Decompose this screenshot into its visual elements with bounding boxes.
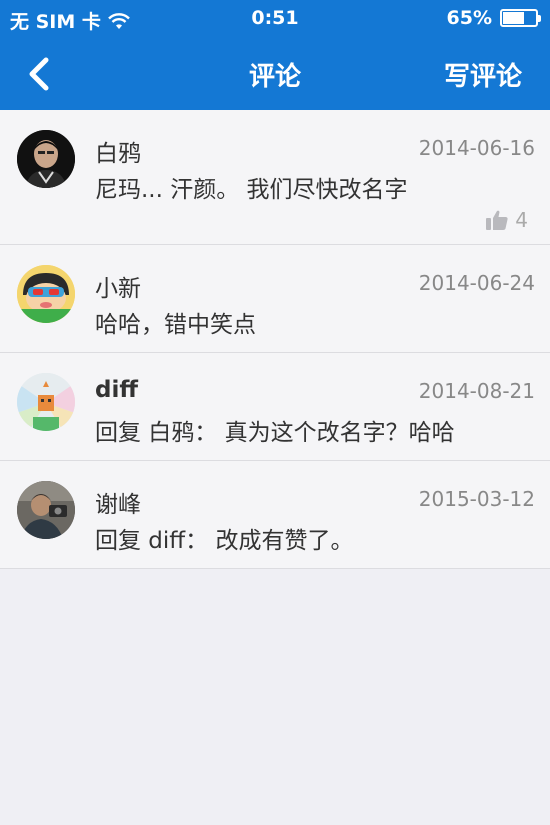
- battery-fill: [503, 12, 524, 24]
- comment-list: 白鸦 2014-06-16 尼玛... 汗颜。 我们尽快改名字 4 小新 201…: [0, 110, 550, 569]
- like-count: 4: [515, 208, 528, 232]
- avatar[interactable]: [17, 130, 75, 188]
- avatar[interactable]: [17, 481, 75, 539]
- status-bar: 无 SIM 卡 0:51 65%: [0, 0, 550, 38]
- comment-author: diff: [95, 377, 138, 403]
- avatar[interactable]: [17, 265, 75, 323]
- nav-bar: 评论 写评论: [0, 38, 550, 110]
- comment-date: 2015-03-12: [418, 487, 535, 511]
- comment-author: 小新: [95, 276, 141, 302]
- comment-text: 回复 diff： 改成有赞了。: [95, 528, 354, 554]
- comment-date: 2014-08-21: [418, 379, 535, 403]
- list-item: diff 2014-08-21 回复 白鸦： 真为这个改名字？哈哈: [0, 353, 550, 461]
- comment-text: 回复 白鸦： 真为这个改名字？哈哈: [95, 420, 455, 446]
- list-item: 白鸦 2014-06-16 尼玛... 汗颜。 我们尽快改名字 4: [0, 110, 550, 245]
- comment-author: 谢峰: [95, 492, 141, 518]
- status-right: 65%: [446, 7, 541, 29]
- avatar[interactable]: [17, 373, 75, 431]
- battery-icon: [500, 9, 541, 27]
- avatar-image: [17, 130, 75, 188]
- avatar-image: [17, 373, 75, 431]
- comment-text: 尼玛... 汗颜。 我们尽快改名字: [95, 177, 408, 203]
- like-button[interactable]: 4: [485, 208, 528, 232]
- header: 无 SIM 卡 0:51 65% 评论 写评论: [0, 0, 550, 110]
- list-item: 小新 2014-06-24 哈哈，错中笑点: [0, 245, 550, 353]
- avatar-image: [17, 481, 75, 539]
- write-comment-button[interactable]: 写评论: [444, 56, 522, 93]
- avatar-image: [17, 265, 75, 323]
- comment-date: 2014-06-24: [418, 271, 535, 295]
- list-item: 谢峰 2015-03-12 回复 diff： 改成有赞了。: [0, 461, 550, 569]
- thumbs-up-icon: [486, 210, 508, 230]
- battery-percent: 65%: [446, 7, 492, 29]
- comment-text: 哈哈，错中笑点: [95, 312, 256, 338]
- comment-date: 2014-06-16: [418, 136, 535, 160]
- comment-author: 白鸦: [95, 141, 141, 167]
